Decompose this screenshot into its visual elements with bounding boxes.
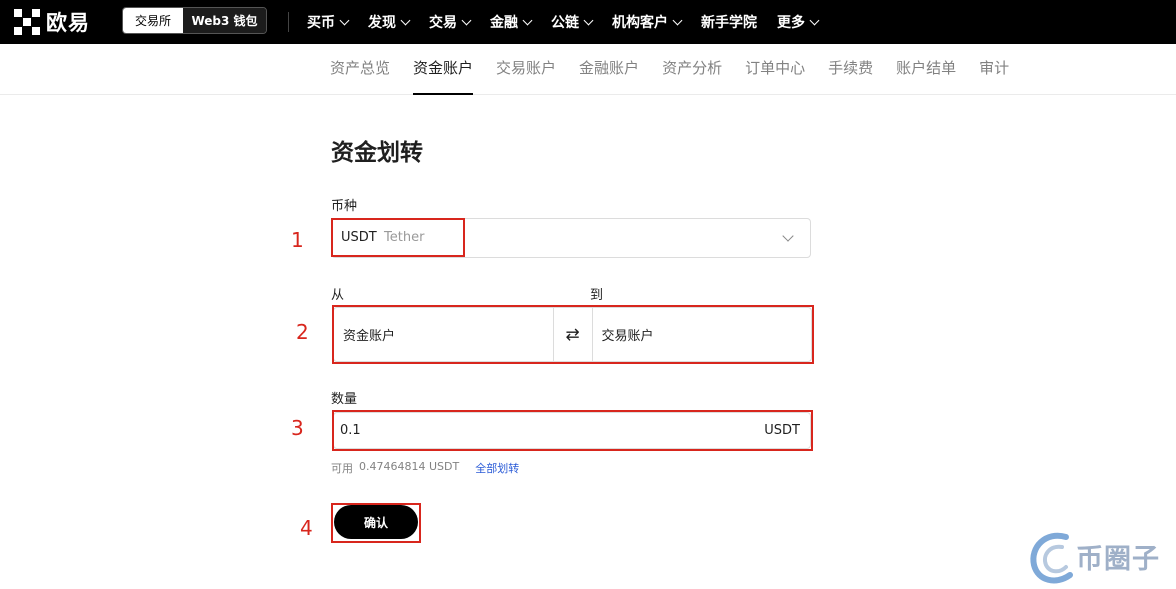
chevron-down-icon bbox=[809, 15, 820, 25]
page-title: 资金划转 bbox=[331, 140, 423, 166]
menu-discover[interactable]: 发现 bbox=[368, 12, 411, 32]
annotation-number-1: 1 bbox=[291, 228, 304, 252]
tab-fees[interactable]: 手续费 bbox=[828, 44, 873, 95]
menu-finance[interactable]: 金融 bbox=[490, 12, 533, 32]
annotation-number-3: 3 bbox=[291, 416, 304, 440]
available-value: 0.47464814 USDT bbox=[359, 460, 460, 473]
from-label: 从 bbox=[331, 288, 345, 303]
okx-logo-icon bbox=[14, 9, 40, 35]
watermark: 币圈子 bbox=[1026, 527, 1176, 585]
okx-logo[interactable]: 欧易 bbox=[14, 8, 90, 36]
tab-funding-account[interactable]: 资金账户 bbox=[413, 44, 474, 95]
watermark-logo-icon bbox=[1030, 532, 1073, 584]
menu-institutional[interactable]: 机构客户 bbox=[612, 12, 683, 32]
nav-divider bbox=[288, 12, 289, 32]
tab-trading-account[interactable]: 交易账户 bbox=[496, 44, 556, 95]
coin-name: Tether bbox=[384, 230, 425, 245]
chevron-down-icon bbox=[672, 15, 683, 25]
from-account-select[interactable]: 资金账户 bbox=[334, 308, 553, 361]
top-nav-bar: 欧易 交易所 Web3 钱包 买币 发现 交易 金融 公链 机构客户 新手学院 … bbox=[0, 0, 1176, 44]
chevron-down-icon bbox=[461, 15, 472, 25]
amount-label: 数量 bbox=[331, 392, 358, 407]
amount-value: 0.1 bbox=[340, 423, 361, 438]
tab-audit[interactable]: 审计 bbox=[979, 44, 1009, 95]
tab-order-center[interactable]: 订单中心 bbox=[745, 44, 805, 95]
menu-trade[interactable]: 交易 bbox=[429, 12, 472, 32]
main-menu: 买币 发现 交易 金融 公链 机构客户 新手学院 更多 bbox=[307, 0, 838, 44]
tab-asset-overview[interactable]: 资产总览 bbox=[330, 44, 390, 95]
exchange-tab[interactable]: 交易所 bbox=[123, 8, 183, 33]
exchange-wallet-switch: 交易所 Web3 钱包 bbox=[122, 7, 267, 34]
coin-code: USDT bbox=[341, 230, 377, 245]
to-account-select[interactable]: 交易账户 bbox=[593, 308, 812, 361]
chevron-down-icon bbox=[400, 15, 411, 25]
amount-input[interactable]: 0.1 USDT bbox=[333, 412, 811, 449]
swap-accounts-icon[interactable]: ⇄ bbox=[552, 308, 593, 361]
menu-more[interactable]: 更多 bbox=[777, 12, 820, 32]
transfer-account-selector: 资金账户 ⇄ 交易账户 bbox=[333, 307, 812, 362]
coin-label: 币种 bbox=[331, 199, 358, 214]
chevron-down-icon bbox=[782, 230, 794, 242]
amount-unit: USDT bbox=[764, 423, 800, 438]
confirm-button[interactable]: 确认 bbox=[334, 505, 418, 539]
logo-text: 欧易 bbox=[46, 11, 90, 35]
menu-chain[interactable]: 公链 bbox=[551, 12, 594, 32]
tab-asset-analysis[interactable]: 资产分析 bbox=[662, 44, 722, 95]
tab-statements[interactable]: 账户结单 bbox=[896, 44, 956, 95]
account-subnav: 资产总览 资金账户 交易账户 金融账户 资产分析 订单中心 手续费 账户结单 审… bbox=[0, 44, 1176, 95]
annotation-number-4: 4 bbox=[300, 516, 313, 540]
coin-select[interactable]: USDT Tether bbox=[331, 218, 811, 258]
web3-wallet-tab[interactable]: Web3 钱包 bbox=[183, 8, 266, 33]
menu-buy-crypto[interactable]: 买币 bbox=[307, 12, 350, 32]
available-label: 可用 bbox=[331, 462, 353, 475]
to-label: 到 bbox=[590, 288, 604, 303]
chevron-down-icon bbox=[339, 15, 350, 25]
chevron-down-icon bbox=[522, 15, 533, 25]
account-tabs: 资产总览 资金账户 交易账户 金融账户 资产分析 订单中心 手续费 账户结单 审… bbox=[330, 44, 1032, 95]
annotation-number-2: 2 bbox=[296, 320, 309, 344]
menu-academy[interactable]: 新手学院 bbox=[701, 12, 757, 32]
available-balance: 可用 0.47464814 USDT 全部划转 bbox=[331, 460, 519, 476]
transfer-all-link[interactable]: 全部划转 bbox=[475, 460, 519, 476]
chevron-down-icon bbox=[583, 15, 594, 25]
tab-finance-account[interactable]: 金融账户 bbox=[579, 44, 639, 95]
watermark-text: 币圈子 bbox=[1076, 544, 1160, 575]
